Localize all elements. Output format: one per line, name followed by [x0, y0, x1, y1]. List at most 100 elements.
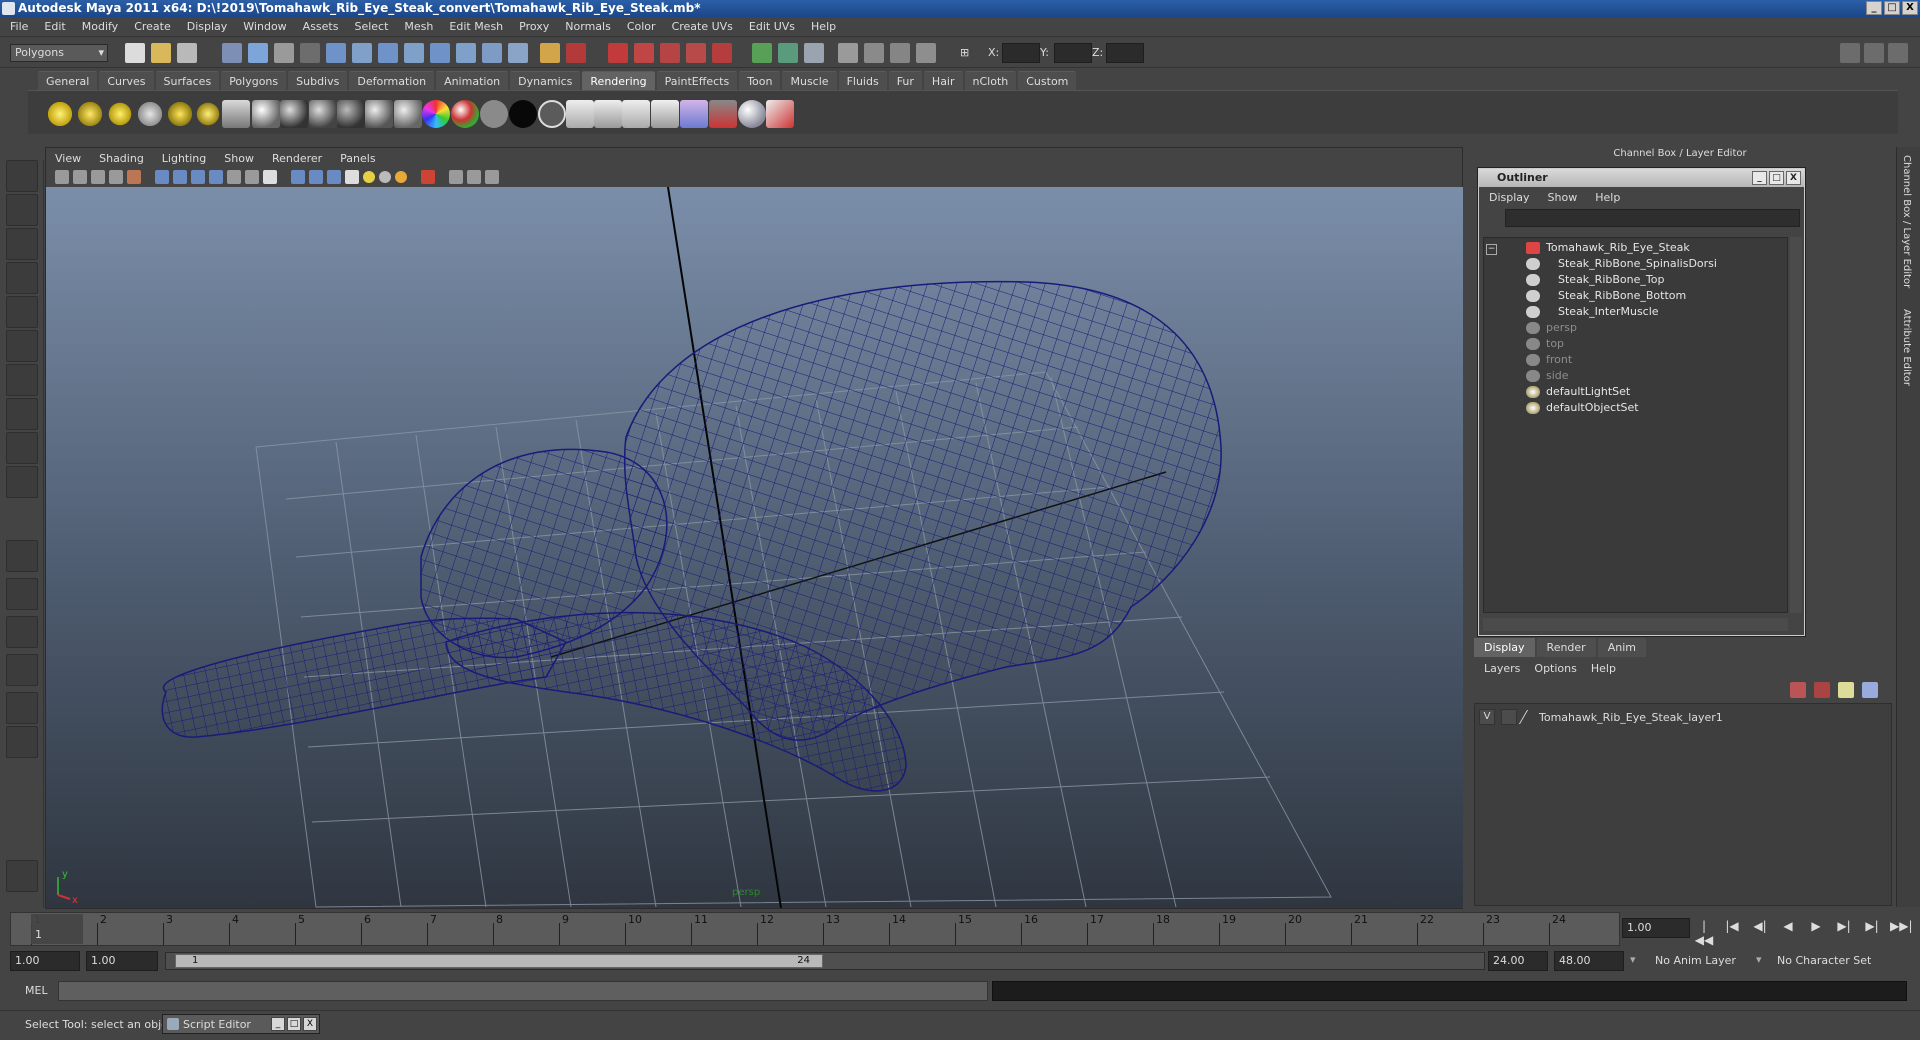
character-set-dropdown[interactable]: No Character Set: [1772, 951, 1882, 971]
select-camera-icon[interactable]: [55, 170, 69, 184]
outliner-item-root[interactable]: Tomahawk_Rib_Eye_Steak: [1526, 240, 1690, 256]
tab-toon[interactable]: Toon: [739, 70, 781, 90]
ipr-render-shelf-icon[interactable]: [680, 100, 708, 128]
tab-deformation[interactable]: Deformation: [349, 70, 435, 90]
vp-menu-show[interactable]: Show: [224, 152, 254, 165]
command-input[interactable]: [58, 981, 988, 1001]
layout-four-icon[interactable]: [6, 578, 38, 610]
select-component-icon[interactable]: [274, 43, 294, 63]
vp-menu-shading[interactable]: Shading: [99, 152, 144, 165]
chevron-down-icon[interactable]: ▾: [1756, 953, 1762, 966]
rotate-tool-icon[interactable]: [6, 296, 38, 328]
render-view-icon[interactable]: [838, 43, 858, 63]
mask-surfaces-icon[interactable]: [404, 43, 424, 63]
tab-polygons[interactable]: Polygons: [221, 70, 287, 90]
save-scene-icon[interactable]: [177, 43, 197, 63]
paint-brush-icon[interactable]: [766, 100, 794, 128]
go-to-end-button[interactable]: ▶▶|: [1890, 919, 1913, 937]
snap-to-curve-icon[interactable]: [634, 43, 654, 63]
go-to-start-button[interactable]: |◀◀: [1694, 919, 1714, 947]
script-editor-close-button[interactable]: X: [303, 1017, 317, 1031]
layout-custom-icon[interactable]: [6, 726, 38, 758]
vp-menu-view[interactable]: View: [55, 152, 81, 165]
layout-hypershade-icon[interactable]: [6, 692, 38, 724]
move-layer-up-icon[interactable]: [1790, 682, 1806, 698]
menu-set-dropdown[interactable]: Polygons ▾: [10, 44, 108, 62]
mask-joints-icon[interactable]: [352, 43, 372, 63]
phonge-shader-icon[interactable]: [337, 100, 365, 128]
select-hierarchy-icon[interactable]: [222, 43, 242, 63]
volume-light-icon[interactable]: [194, 100, 222, 128]
vp-menu-lighting[interactable]: Lighting: [162, 152, 206, 165]
hypershade-icon[interactable]: [594, 100, 622, 128]
menu-mesh[interactable]: Mesh: [404, 20, 433, 33]
anisotropic-shader-icon[interactable]: [365, 100, 393, 128]
mask-curves-icon[interactable]: [378, 43, 398, 63]
render-settings-icon[interactable]: [916, 43, 936, 63]
paint-select-tool-icon[interactable]: [6, 228, 38, 260]
mask-handles-icon[interactable]: [326, 43, 346, 63]
move-tool-icon[interactable]: [6, 262, 38, 294]
render-current-shelf-icon[interactable]: [651, 100, 679, 128]
outliner-item-side[interactable]: side: [1526, 368, 1569, 384]
vp-menu-panels[interactable]: Panels: [340, 152, 375, 165]
output-ops-icon[interactable]: [778, 43, 798, 63]
layer-menu-options[interactable]: Options: [1534, 662, 1576, 675]
new-scene-icon[interactable]: [125, 43, 145, 63]
layer-row[interactable]: V Tomahawk_Rib_Eye_Steak_layer1: [1479, 708, 1887, 726]
side-tab-attribute-editor[interactable]: Attribute Editor: [1901, 309, 1912, 386]
ipr-render-icon[interactable]: [890, 43, 910, 63]
toggle-attribute-editor-icon[interactable]: [1840, 43, 1860, 63]
step-back-key-button[interactable]: |◀: [1722, 919, 1742, 937]
tab-animation[interactable]: Animation: [436, 70, 509, 90]
menu-display[interactable]: Display: [187, 20, 228, 33]
outliner-item-spinalis[interactable]: Steak_RibBone_SpinalisDorsi: [1526, 256, 1717, 272]
outliner-item-default-object-set[interactable]: defaultObjectSet: [1526, 400, 1639, 416]
mask-rendering-icon[interactable]: [482, 43, 502, 63]
select-tool-icon[interactable]: [6, 160, 38, 192]
surface-shader-icon[interactable]: [480, 100, 508, 128]
menu-modify[interactable]: Modify: [82, 20, 118, 33]
batch-render-icon[interactable]: [709, 100, 737, 128]
close-button[interactable]: X: [1902, 1, 1918, 15]
outliner-menu-show[interactable]: Show: [1548, 191, 1578, 204]
current-time-field[interactable]: 1.00: [1622, 918, 1690, 938]
default-light-icon[interactable]: [363, 171, 375, 183]
lasso-tool-icon[interactable]: [6, 194, 38, 226]
area-light-icon[interactable]: [166, 100, 194, 128]
tab-layer-display[interactable]: Display: [1474, 637, 1535, 657]
directional-light-icon[interactable]: [76, 100, 104, 128]
isolate-icon[interactable]: [245, 170, 259, 184]
wireframe-on-shaded-icon[interactable]: [191, 170, 205, 184]
menu-assets[interactable]: Assets: [303, 20, 339, 33]
create-render-node-icon[interactable]: [566, 100, 594, 128]
menu-normals[interactable]: Normals: [565, 20, 611, 33]
shaded-icon[interactable]: [309, 170, 323, 184]
env-shader-icon[interactable]: [538, 100, 566, 128]
open-scene-icon[interactable]: [151, 43, 171, 63]
outliner-maximize-button[interactable]: □: [1769, 171, 1784, 185]
outliner-filter-field[interactable]: [1505, 209, 1800, 227]
menu-proxy[interactable]: Proxy: [519, 20, 549, 33]
outliner-vertical-scrollbar[interactable]: [1790, 237, 1802, 613]
mask-dropdown-icon[interactable]: [300, 43, 320, 63]
outliner-item-persp[interactable]: persp: [1526, 320, 1577, 336]
tab-fur[interactable]: Fur: [888, 70, 922, 90]
script-editor-maximize-button[interactable]: □: [287, 1017, 301, 1031]
tab-hair[interactable]: Hair: [923, 70, 963, 90]
menu-create-uvs[interactable]: Create UVs: [672, 20, 733, 33]
tab-rendering[interactable]: Rendering: [582, 70, 655, 90]
highlight-selection-icon[interactable]: [566, 43, 586, 63]
x-field[interactable]: [1002, 43, 1040, 63]
outliner-item-front[interactable]: front: [1526, 352, 1572, 368]
tab-subdivs[interactable]: Subdivs: [288, 70, 348, 90]
textured-icon[interactable]: [209, 170, 223, 184]
tab-fluids[interactable]: Fluids: [838, 70, 887, 90]
shadows-icon[interactable]: [291, 170, 305, 184]
selected-lights-icon[interactable]: [395, 171, 407, 183]
layout-outliner-icon[interactable]: [6, 616, 38, 648]
time-slider[interactable]: 123456789101112131415161718192021222324 …: [10, 912, 1620, 946]
toggle-channel-box-icon[interactable]: [1888, 43, 1908, 63]
tab-layer-anim[interactable]: Anim: [1597, 637, 1646, 657]
flat-shade-icon[interactable]: [327, 170, 341, 184]
